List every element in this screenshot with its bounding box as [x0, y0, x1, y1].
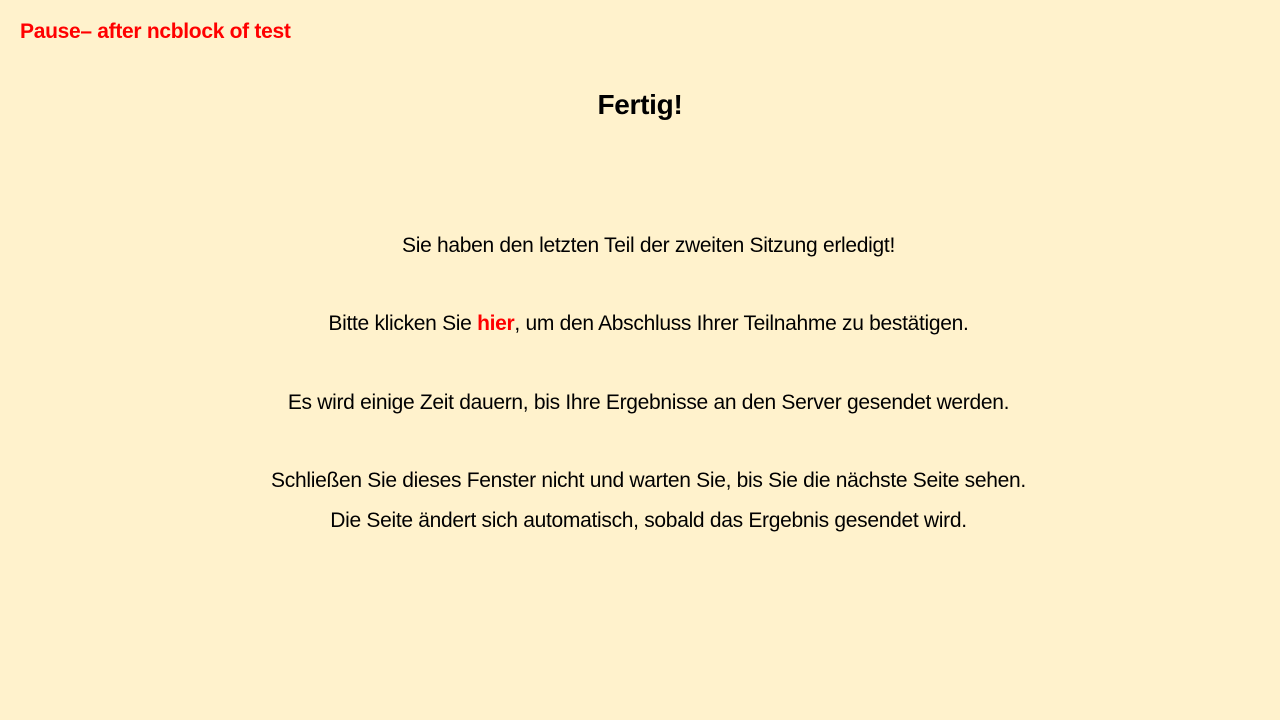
do-not-close-message: Schließen Sie dieses Fenster nicht und w…	[271, 469, 1026, 492]
confirm-suffix: , um den Abschluss Ihrer Teilnahme zu be…	[514, 312, 969, 335]
page-title: Fertig!	[597, 89, 683, 120]
confirm-instruction: Bitte klicken Sie hier, um den Abschluss…	[0, 312, 1280, 336]
wait-message: Es wird einige Zeit dauern, bis Ihre Erg…	[287, 391, 1010, 414]
completion-message: Sie haben den letzten Teil der zweiten S…	[402, 234, 895, 257]
slide-label: Pause– after ncblock of test	[20, 20, 291, 43]
confirm-prefix: Bitte klicken Sie	[328, 312, 478, 335]
auto-change-message: Die Seite ändert sich automatisch, sobal…	[330, 509, 967, 532]
confirm-link[interactable]: hier	[477, 312, 515, 335]
